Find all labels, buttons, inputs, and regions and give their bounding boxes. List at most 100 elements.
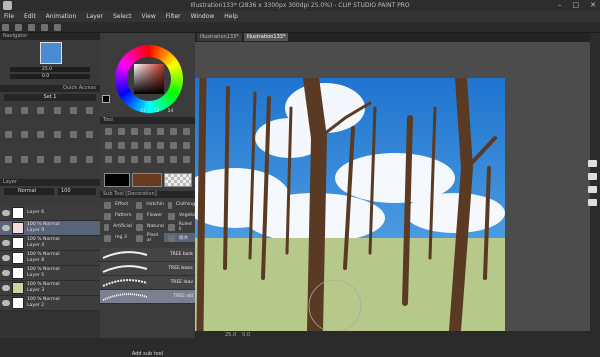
main-color-chip[interactable] <box>104 173 130 187</box>
record-icon[interactable] <box>588 186 597 193</box>
main-color-swatch[interactable] <box>102 95 110 103</box>
tool-icon[interactable] <box>105 128 112 135</box>
undo-icon[interactable] <box>40 24 48 31</box>
saturation-square[interactable] <box>134 64 164 94</box>
tool-icon[interactable] <box>144 142 151 149</box>
quick-tool-icon[interactable] <box>5 131 12 139</box>
tool-icon[interactable] <box>183 156 190 163</box>
eye-icon[interactable] <box>2 240 10 246</box>
sub-color-chip[interactable] <box>132 173 162 187</box>
tool-icon[interactable] <box>183 142 190 149</box>
brush-item-selected[interactable]: TREE stil <box>100 290 195 304</box>
navigator-zoom-slider[interactable]: 25.0 <box>10 67 90 72</box>
subtool-group[interactable]: Natural <box>132 222 164 231</box>
tool-icon[interactable] <box>183 128 190 135</box>
quick-tool-icon[interactable] <box>53 155 61 163</box>
layer-row[interactable]: 100 % Normal Layer 5 <box>0 266 100 281</box>
quick-tool-icon[interactable] <box>37 155 45 163</box>
eye-icon[interactable] <box>2 210 10 216</box>
tool-icon[interactable] <box>131 156 138 163</box>
tool-icon[interactable] <box>170 156 177 163</box>
subtool-group[interactable]: mg 3 <box>100 233 132 242</box>
transparent-color-chip[interactable] <box>164 173 192 187</box>
subtool-group[interactable]: Artificial <box>100 222 132 231</box>
eye-icon[interactable] <box>2 285 10 291</box>
menu-select[interactable]: Select <box>113 13 132 20</box>
eye-icon[interactable] <box>2 300 10 306</box>
quick-tool-icon[interactable] <box>53 107 61 114</box>
new-icon[interactable] <box>2 24 9 31</box>
quick-tool-icon[interactable] <box>85 107 93 114</box>
menu-window[interactable]: Window <box>191 13 215 20</box>
quick-tool-icon[interactable] <box>21 107 29 114</box>
set-selector[interactable]: Set 1 <box>4 94 96 101</box>
add-subtool-button[interactable]: Add sub tool <box>100 351 195 357</box>
quick-tool-icon[interactable] <box>5 107 12 114</box>
quick-tool-icon[interactable] <box>69 107 77 114</box>
quick-tool-icon[interactable] <box>21 155 29 163</box>
tool-icon[interactable] <box>131 128 138 135</box>
open-icon[interactable] <box>14 24 22 31</box>
tool-icon[interactable] <box>144 128 151 135</box>
eye-icon[interactable] <box>2 270 10 276</box>
brush-item[interactable]: TREE bark <box>100 248 195 262</box>
eye-icon[interactable] <box>2 225 10 231</box>
close-icon[interactable]: ✕ <box>590 1 596 9</box>
subtool-group[interactable]: Clothing <box>164 200 195 209</box>
layer-row-selected[interactable]: 100 % Normal Layer 9 <box>0 221 100 236</box>
menu-animation[interactable]: Animation <box>46 13 77 20</box>
tool-icon[interactable] <box>157 142 164 149</box>
subtool-group[interactable]: Vegeta <box>164 211 195 220</box>
status-zoom[interactable]: 25.0 <box>225 332 236 338</box>
minimize-icon[interactable]: – <box>558 1 562 9</box>
layer-row[interactable]: 100 % Normal Layer 4 <box>0 236 100 251</box>
quick-tool-icon[interactable] <box>69 131 77 139</box>
canvas-area[interactable] <box>195 42 590 331</box>
menu-edit[interactable]: Edit <box>24 13 36 20</box>
status-angle[interactable]: 0.0 <box>242 332 250 338</box>
menu-help[interactable]: Help <box>224 13 238 20</box>
blend-mode-select[interactable]: Normal <box>4 188 54 195</box>
layer-row[interactable]: Layer 6 <box>0 206 100 221</box>
quick-tool-icon[interactable] <box>37 131 45 139</box>
tool-icon[interactable] <box>105 156 112 163</box>
opacity-field[interactable]: 100 <box>58 188 96 195</box>
eye-icon[interactable] <box>2 255 10 261</box>
brush-item[interactable]: TREE basic <box>100 262 195 276</box>
tool-icon[interactable] <box>170 128 177 135</box>
menu-layer[interactable]: Layer <box>86 13 103 20</box>
subtool-group[interactable]: Plant ar <box>132 233 164 243</box>
brush-item[interactable]: TREE leav <box>100 276 195 290</box>
layer-row[interactable]: 100 % Normal Layer 2 <box>0 296 100 311</box>
quick-tool-icon[interactable] <box>5 155 12 163</box>
subtool-group[interactable]: Effect <box>100 200 132 209</box>
camera-icon[interactable] <box>588 160 597 167</box>
tool-icon[interactable] <box>105 142 112 149</box>
layer-row[interactable]: 100 % Normal Layer 3 <box>0 281 100 296</box>
subtool-group[interactable]: Flower <box>132 211 164 220</box>
redo-icon[interactable] <box>53 24 61 31</box>
subtool-group[interactable]: Hatchin <box>132 200 164 209</box>
tab-document[interactable]: Illustration133* <box>197 33 242 41</box>
tool-icon[interactable] <box>144 156 151 163</box>
subtool-group[interactable]: Ruled li <box>164 222 195 232</box>
canvas-illustration[interactable] <box>195 78 505 331</box>
tool-icon[interactable] <box>118 142 125 149</box>
tool-icon[interactable] <box>118 156 125 163</box>
navigator-thumbnail[interactable] <box>40 42 62 64</box>
quick-tool-icon[interactable] <box>85 131 93 139</box>
quick-tool-icon[interactable] <box>53 131 61 139</box>
gear-icon[interactable] <box>588 199 597 206</box>
tool-icon[interactable] <box>157 128 164 135</box>
tool-icon[interactable] <box>170 142 177 149</box>
quick-tool-icon[interactable] <box>85 155 93 163</box>
menu-filter[interactable]: Filter <box>166 13 181 20</box>
tool-icon[interactable] <box>131 142 138 149</box>
subtool-group-selected[interactable]: 樹木 <box>164 233 195 242</box>
quick-tool-icon[interactable] <box>21 131 29 139</box>
maximize-icon[interactable]: □ <box>573 1 580 9</box>
menu-view[interactable]: View <box>142 13 156 20</box>
navigator-angle-slider[interactable]: 0.0 <box>10 74 90 79</box>
save-icon[interactable] <box>27 24 35 31</box>
tool-icon[interactable] <box>157 156 164 163</box>
